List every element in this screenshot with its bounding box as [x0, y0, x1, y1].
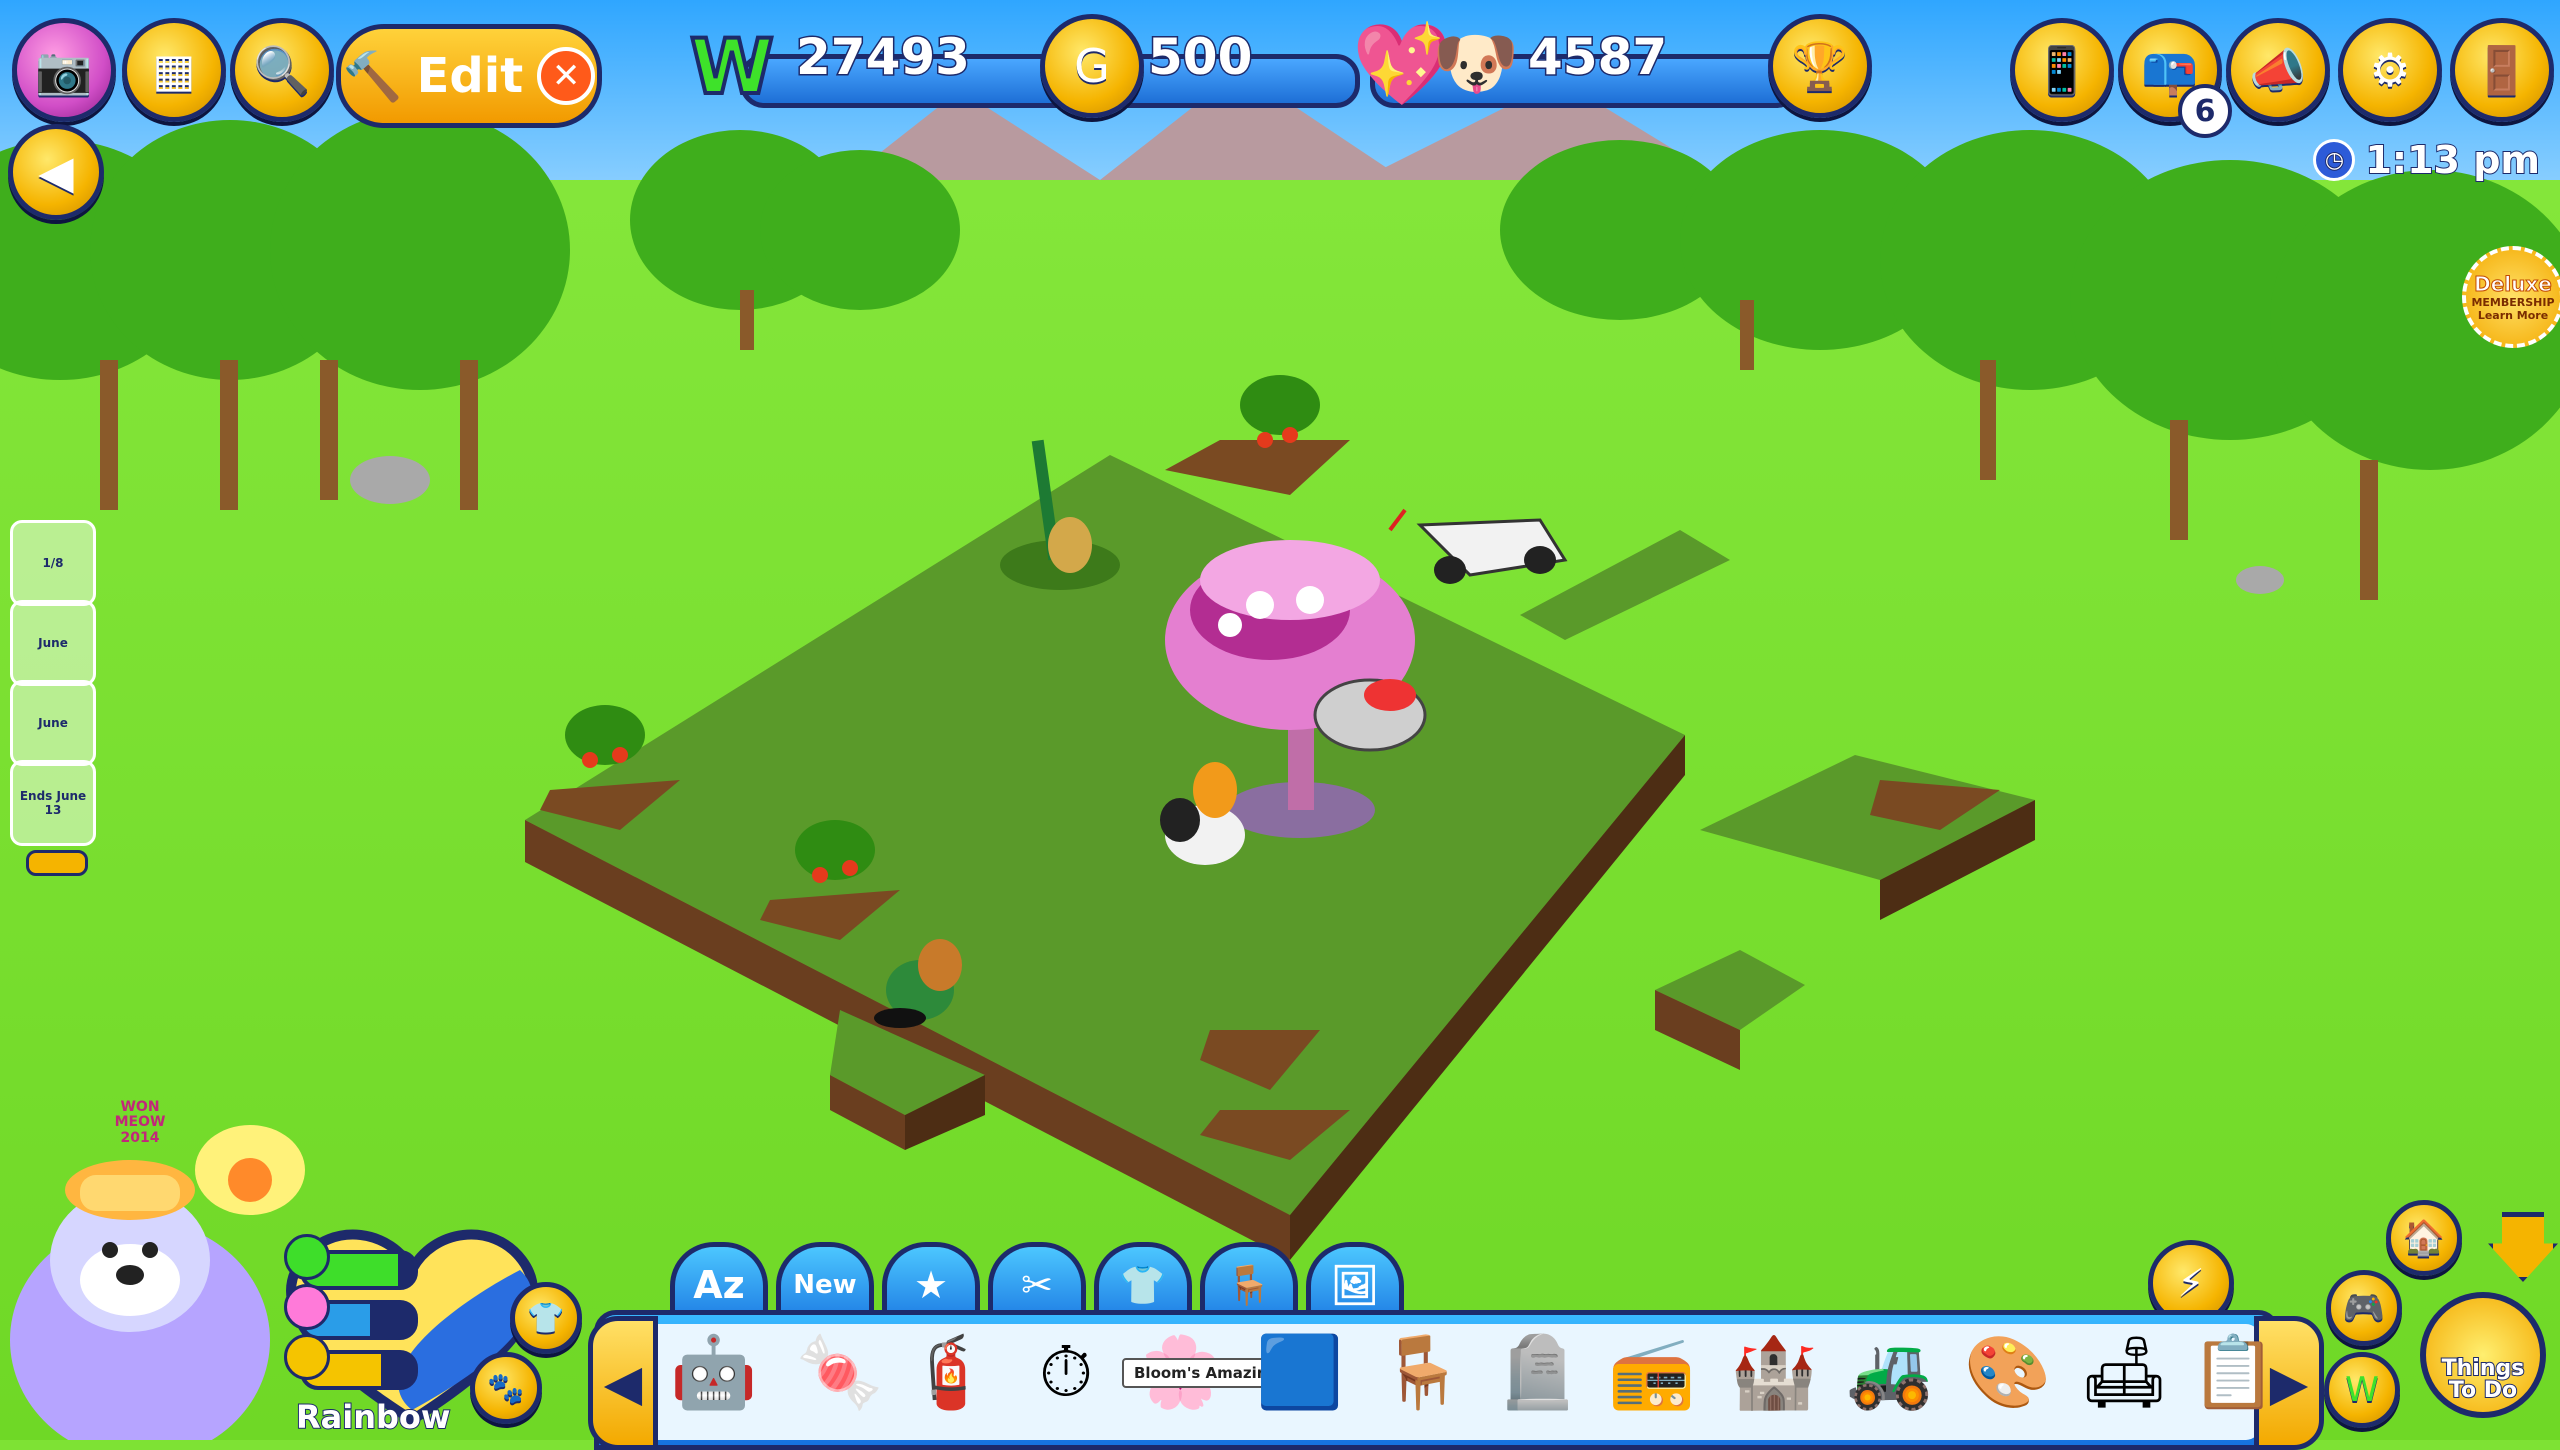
inventory-item-fire-hydrant[interactable]: 🧯: [900, 1318, 1000, 1426]
inventory-item-bulldozer[interactable]: 🚜: [1840, 1318, 1940, 1426]
event-wow-20[interactable]: June: [10, 600, 96, 686]
event-shop-item[interactable]: Ends June 13: [10, 760, 96, 846]
edit-label: Edit: [416, 48, 524, 104]
lightning-icon: ⚡: [2177, 1261, 2205, 1305]
kinzcash-amount: 27493: [795, 27, 972, 88]
blueprint-icon: ▦: [152, 43, 196, 97]
clock-display: ◷ 1:13 pm: [2313, 137, 2541, 183]
scroll-left-arrow[interactable]: ◀: [588, 1316, 658, 1450]
inventory-item-gumball-machine[interactable]: 🍬: [790, 1318, 890, 1426]
trophy-icon: 🏆: [1791, 38, 1849, 93]
close-icon: ✕: [537, 47, 596, 105]
event-label: Ends June 13: [19, 789, 87, 817]
pet-actions-button[interactable]: 🐾: [470, 1352, 542, 1424]
event-deluxe-challenge[interactable]: June: [10, 680, 96, 766]
gem-coin-icon: G: [1074, 39, 1110, 93]
deluxe-subtitle: MEMBERSHIP: [2471, 296, 2555, 309]
inventory-item-chalkboard[interactable]: 📋: [2184, 1318, 2284, 1426]
arcade-button[interactable]: 🎮: [2326, 1270, 2402, 1346]
phone-button[interactable]: 📱: [2010, 18, 2114, 122]
kinzcash-icon: W: [688, 20, 776, 113]
inventory-item-stone-tablet[interactable]: 🪦: [1488, 1318, 1588, 1426]
deluxe-title: Deluxe: [2474, 272, 2553, 297]
gems-amount: 500: [1146, 27, 1253, 88]
mail-count-badge: 6: [2178, 84, 2232, 138]
energy-icon: [284, 1334, 330, 1380]
phone-icon: 📱: [2033, 42, 2091, 97]
inventory-item-art-table[interactable]: 🎨: [1958, 1318, 2058, 1426]
back-arrow-icon: ◀: [38, 145, 74, 199]
bumper-car: [1313, 678, 1427, 752]
event-adventure-park[interactable]: 1/8: [10, 520, 96, 606]
pet-name: Rainbow: [295, 1397, 451, 1437]
megaphone-button[interactable]: 📣: [2226, 18, 2330, 122]
event-label: June: [38, 716, 68, 730]
w-shop-icon: W: [2345, 1370, 2379, 1410]
inventory-item-white-chair[interactable]: 🪑: [1372, 1318, 1472, 1426]
exit-door-button[interactable]: 🚪: [2450, 18, 2554, 122]
inventory-item-parking-meter[interactable]: ⏱: [1016, 1318, 1116, 1426]
things-to-do-button[interactable]: Things To Do: [2420, 1292, 2546, 1418]
deluxe-cta: Learn More: [2477, 309, 2549, 322]
clothing-button[interactable]: 👕: [510, 1282, 582, 1354]
trophy-button[interactable]: 🏆: [1768, 14, 1872, 118]
camera-button[interactable]: 📷: [12, 18, 116, 122]
event-label: June: [38, 636, 68, 650]
back-button[interactable]: ◀: [8, 124, 104, 220]
inventory-item-boombox[interactable]: 📻: [1602, 1318, 1702, 1426]
shirt-icon: 👕: [527, 1300, 565, 1336]
door-icon: 🚪: [2473, 42, 2531, 97]
inventory-item-bounce-house[interactable]: 🏰: [1724, 1318, 1824, 1426]
inventory-item-purple-chair[interactable]: 🛋: [2074, 1318, 2174, 1426]
edit-button[interactable]: 🔨 Edit ✕: [336, 24, 602, 128]
buy-gems-button[interactable]: G: [1040, 14, 1144, 118]
gear-icon: ⚙: [2369, 43, 2411, 97]
house-button[interactable]: 🏠: [2386, 1200, 2462, 1276]
pet-hat-text: WON MEOW 2014: [114, 1099, 166, 1146]
time-text: 1:13 pm: [2364, 137, 2541, 183]
hammer-icon: 🔨: [342, 48, 403, 105]
gamepad-icon: 🎮: [2342, 1288, 2386, 1328]
deluxe-membership-badge[interactable]: Deluxe MEMBERSHIP Learn More: [2462, 246, 2560, 348]
megaphone-icon: 📣: [2249, 42, 2307, 97]
clock-icon: ◷: [2313, 139, 2356, 181]
help-settings-button[interactable]: ⚙: [2338, 18, 2442, 122]
things-to-do-label: Things To Do: [2441, 1356, 2526, 1403]
magnifier-button[interactable]: 🔍: [230, 18, 334, 122]
camera-icon: 📷: [35, 42, 93, 97]
hunger-icon: [284, 1234, 330, 1280]
pet-face-icon: 🐶: [1432, 22, 1520, 104]
inventory-item-blue-box[interactable]: 🟦: [1250, 1318, 1350, 1426]
blueprint-button[interactable]: ▦: [122, 18, 226, 122]
inventory-item-robot[interactable]: 🤖: [664, 1318, 764, 1426]
w-shop-button[interactable]: W: [2324, 1352, 2400, 1428]
paw-icon: 🐾: [487, 1370, 525, 1406]
health-icon: [284, 1284, 330, 1330]
happiness-amount: 4587: [1526, 27, 1668, 88]
magnifier-icon: 🔍: [253, 42, 311, 97]
more-events-arrow[interactable]: [26, 850, 88, 876]
event-label: 1/8: [42, 556, 64, 570]
house-icon: 🏠: [2402, 1218, 2446, 1258]
